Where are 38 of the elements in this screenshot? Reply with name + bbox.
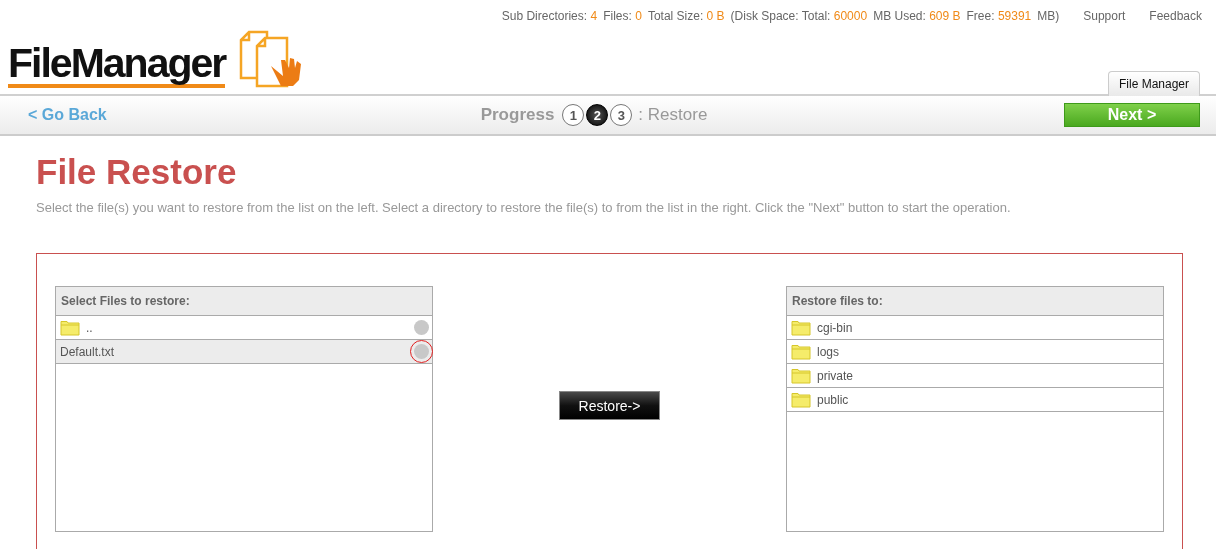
- logo-text: FileManager: [8, 44, 226, 88]
- directory-row[interactable]: public: [787, 388, 1163, 412]
- directory-row[interactable]: private: [787, 364, 1163, 388]
- stat-text: MB Used: 609 B: [873, 9, 961, 25]
- stat-text: Files: 0: [603, 9, 642, 25]
- list-header: Restore files to:: [787, 287, 1163, 316]
- file-row[interactable]: Default.txt: [56, 340, 432, 364]
- stat-text: MB): [1037, 9, 1060, 25]
- documents-hand-icon: [237, 28, 304, 88]
- stat-text: (Disk Space: Total: 60000: [730, 9, 868, 25]
- file-name: Default.txt: [60, 344, 116, 359]
- directory-name: private: [817, 368, 855, 383]
- list-header: Select Files to restore:: [56, 287, 432, 316]
- top-link[interactable]: Support: [1083, 9, 1126, 25]
- folder-icon: [791, 319, 811, 336]
- step-indicator: 2: [586, 104, 609, 126]
- stat-text: Total Size: 0 B: [647, 9, 725, 25]
- top-link[interactable]: Feedback: [1149, 9, 1202, 25]
- file-name: ..: [86, 320, 94, 335]
- step-indicator: 1: [562, 104, 585, 126]
- directory-row[interactable]: cgi-bin: [787, 316, 1163, 340]
- directory-name: cgi-bin: [817, 320, 854, 335]
- folder-icon: [791, 367, 811, 384]
- folder-icon: [60, 319, 80, 336]
- directory-row[interactable]: logs: [787, 340, 1163, 364]
- progress-label: Progress: [480, 105, 555, 125]
- directory-name: public: [817, 392, 850, 407]
- directory-name: logs: [817, 344, 840, 359]
- description: Select the file(s) you want to restore from the list on the left. Select a directory to restore the file(s) to from the list in the right. Click the "Next" button to start the operation.: [36, 200, 1012, 215]
- folder-icon: [791, 343, 811, 360]
- page-title: File Restore: [36, 152, 238, 192]
- tab[interactable]: File Manager: [1107, 71, 1200, 96]
- stat-text: Free: 59391: [966, 9, 1032, 25]
- stat-text: Sub Directories: 4: [501, 9, 598, 25]
- step-name: : Restore: [638, 105, 708, 125]
- step-indicator: 3: [610, 104, 633, 126]
- folder-icon: [791, 391, 811, 408]
- restore-button[interactable]: Restore->: [559, 391, 660, 420]
